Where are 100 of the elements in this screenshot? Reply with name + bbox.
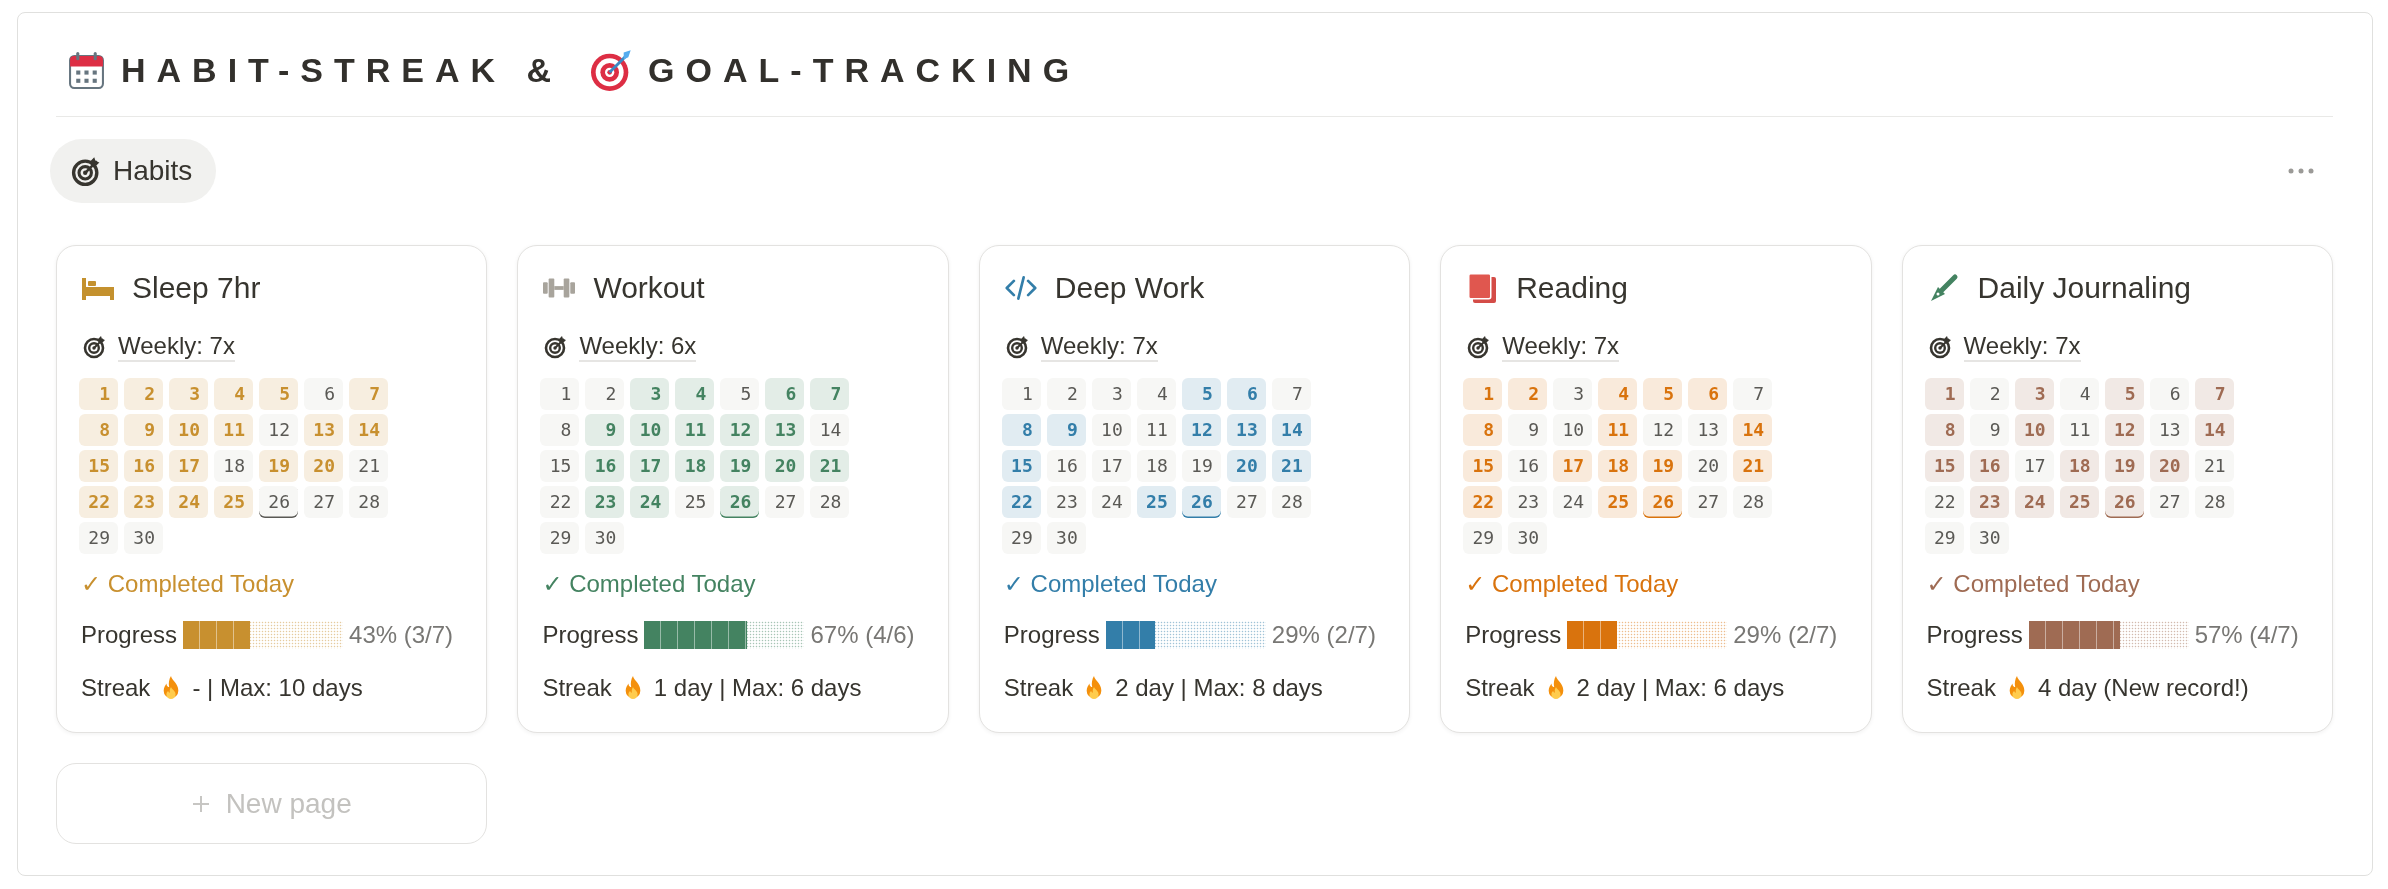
day-cell: 11 <box>1136 414 1176 446</box>
progress-reading: 57% (4/7) <box>2194 621 2299 649</box>
day-cell: 7 <box>1733 378 1773 410</box>
completed-status: ✓ Completed Today <box>1003 569 1218 599</box>
day-cell: 15 <box>1924 450 1964 482</box>
progress-reading: 43% (3/7) <box>349 621 454 649</box>
progress-label: Progress <box>1465 621 1562 649</box>
day-cell: 16 <box>1508 450 1548 482</box>
day-cell: 27 <box>1688 486 1728 518</box>
weekly-goal-text: Weekly: 7x <box>1502 332 1620 362</box>
day-cell: 24 <box>169 486 208 518</box>
day-cell: 10 <box>1553 414 1593 446</box>
streak-label: Streak <box>81 674 151 702</box>
day-cell: 20 <box>1688 450 1728 482</box>
day-cell: 21 <box>810 450 850 482</box>
day-cell: 7 <box>2194 378 2234 410</box>
day-cell: 23 <box>1508 486 1548 518</box>
progress-reading: 67% (4/6) <box>810 621 915 649</box>
day-cell: 8 <box>540 414 580 446</box>
target-icon <box>1928 335 1953 359</box>
day-cell: 11 <box>214 414 253 446</box>
day-cell: 1 <box>79 378 118 410</box>
bed-icon <box>82 276 114 300</box>
day-cell: 16 <box>585 450 625 482</box>
day-cell: 8 <box>1924 414 1964 446</box>
day-cell: 6 <box>304 378 343 410</box>
day-cell: 24 <box>1553 486 1593 518</box>
day-cell: 21 <box>2194 450 2234 482</box>
day-cell: 26 <box>259 486 298 518</box>
day-cell: 13 <box>2149 414 2189 446</box>
completed-status: ✓ Completed Today <box>81 569 296 599</box>
target-icon <box>83 335 107 359</box>
day-cell: 12 <box>259 414 298 446</box>
day-cell: 3 <box>1553 378 1593 410</box>
habit-title: Daily Journaling <box>1977 271 2192 305</box>
day-cell: 4 <box>2059 378 2099 410</box>
target-icon <box>71 155 102 187</box>
day-cell: 18 <box>675 450 715 482</box>
day-cell: 6 <box>765 378 805 410</box>
day-cell: 3 <box>2014 378 2054 410</box>
streak-text: 4 day (New record!) <box>2037 674 2249 702</box>
calendar-icon <box>68 51 105 89</box>
day-cell: 30 <box>585 522 625 554</box>
more-icon <box>2288 168 2314 174</box>
completed-status: ✓ Completed Today <box>1926 569 2141 599</box>
day-cell: 2 <box>1046 378 1086 410</box>
day-cell: 4 <box>214 378 253 410</box>
day-cell: 19 <box>259 450 298 482</box>
day-cell: 15 <box>1001 450 1041 482</box>
day-cell: 9 <box>1969 414 2009 446</box>
streak-label: Streak <box>1926 674 1996 702</box>
day-cell: 18 <box>214 450 253 482</box>
day-cell: 20 <box>765 450 805 482</box>
plus-icon <box>191 794 210 813</box>
day-cell: 8 <box>79 414 118 446</box>
day-cell: 7 <box>349 378 388 410</box>
day-cell: 13 <box>304 414 343 446</box>
day-cell: 16 <box>1969 450 2009 482</box>
day-cell: 30 <box>1508 522 1548 554</box>
habit-title: Deep Work <box>1054 271 1205 305</box>
day-cell: 26 <box>720 486 760 518</box>
day-cell: 14 <box>810 414 850 446</box>
day-cell: 17 <box>169 450 208 482</box>
day-cell: 27 <box>765 486 805 518</box>
day-cell: 16 <box>124 450 163 482</box>
day-cell: 29 <box>1924 522 1964 554</box>
day-cell: 5 <box>720 378 760 410</box>
day-cell: 22 <box>1463 486 1503 518</box>
book-icon <box>1466 273 1499 303</box>
day-cell: 16 <box>1046 450 1086 482</box>
day-cell: 1 <box>1463 378 1503 410</box>
day-cell: 11 <box>1598 414 1638 446</box>
day-cell: 29 <box>1001 522 1041 554</box>
day-cell: 30 <box>1969 522 2009 554</box>
completed-status: ✓ Completed Today <box>542 569 757 599</box>
day-cell: 21 <box>1733 450 1773 482</box>
day-cell: 10 <box>630 414 670 446</box>
day-cell: 1 <box>540 378 580 410</box>
day-cell: 17 <box>1553 450 1593 482</box>
day-cell: 25 <box>214 486 253 518</box>
code-icon <box>1004 274 1037 302</box>
day-cell: 14 <box>1271 414 1311 446</box>
day-cell: 4 <box>1136 378 1176 410</box>
day-cell: 14 <box>1733 414 1773 446</box>
day-cell: 28 <box>2194 486 2234 518</box>
day-cell: 21 <box>349 450 388 482</box>
day-cell: 27 <box>304 486 343 518</box>
day-cell: 20 <box>2149 450 2189 482</box>
day-cell: 9 <box>1046 414 1086 446</box>
progress-reading: 29% (2/7) <box>1271 621 1376 649</box>
day-cell: 14 <box>2194 414 2234 446</box>
day-cell: 19 <box>1181 450 1221 482</box>
weekly-goal-text: Weekly: 6x <box>579 332 697 362</box>
day-cell: 23 <box>1046 486 1086 518</box>
streak-text: 2 day | Max: 8 days <box>1115 674 1323 702</box>
view-tab[interactable]: Habits <box>50 139 217 203</box>
target-icon <box>591 49 634 91</box>
day-cell: 27 <box>1226 486 1266 518</box>
day-cell: 2 <box>585 378 625 410</box>
day-cell: 5 <box>1643 378 1683 410</box>
